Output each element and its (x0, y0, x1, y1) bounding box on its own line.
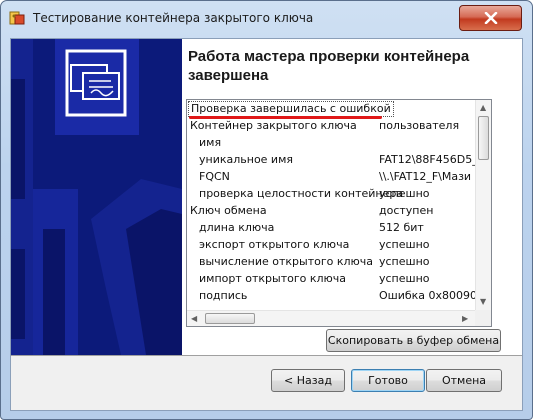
scroll-left-icon[interactable]: ◀ (191, 314, 197, 324)
horizontal-scroll-thumb[interactable] (205, 313, 255, 324)
vertical-scrollbar[interactable]: ▲ ▼ (475, 100, 491, 310)
property-name: FQCN (199, 170, 230, 183)
property-value: пользователя (379, 119, 460, 132)
list-item[interactable]: вычисление открытого ключа успешно (187, 253, 475, 270)
scroll-down-icon[interactable]: ▼ (480, 297, 486, 307)
properties-rows: Проверка завершилась с ошибкой Контейнер … (187, 100, 475, 310)
property-value: Ошибка 0x800900 (379, 289, 475, 302)
list-item[interactable]: Контейнер закрытого ключа пользователя (187, 117, 475, 134)
property-name: Ключ обмена (190, 204, 267, 217)
property-value: успешно (379, 187, 430, 200)
property-name: имя (199, 136, 222, 149)
cancel-button[interactable]: Отмена (426, 369, 502, 392)
list-item[interactable]: импорт открытого ключа успешно (187, 270, 475, 287)
property-value: FAT12\88F456D5_ (379, 153, 475, 166)
wizard-content: Работа мастера проверки контейнера завер… (182, 39, 522, 355)
property-name: импорт открытого ключа (199, 272, 347, 285)
property-name: Проверка завершилась с ошибкой (188, 101, 394, 117)
property-name: проверка целостности контейнера (199, 187, 404, 200)
list-item[interactable]: уникальное имя FAT12\88F456D5_ (187, 151, 475, 168)
property-value: успешно (379, 238, 430, 251)
property-name: подпись (199, 289, 248, 302)
list-item[interactable]: длина ключа 512 бит (187, 219, 475, 236)
title-bar[interactable]: Тестирование контейнера закрытого ключа (1, 1, 532, 35)
property-name: вычисление открытого ключа (199, 255, 374, 268)
scroll-right-icon[interactable]: ▶ (462, 314, 468, 324)
error-highlight-underline (189, 116, 382, 119)
scroll-up-icon[interactable]: ▲ (480, 103, 486, 113)
property-value: успешно (379, 272, 430, 285)
list-item[interactable]: проверка целостности контейнера успешно (187, 185, 475, 202)
wizard-body: Работа мастера проверки контейнера завер… (10, 38, 523, 411)
property-name: длина ключа (199, 221, 275, 234)
list-item[interactable]: Ключ обмена доступен (187, 202, 475, 219)
close-button[interactable] (459, 5, 522, 31)
properties-list[interactable]: Проверка завершилась с ошибкой Контейнер … (186, 99, 492, 327)
property-name: Контейнер закрытого ключа (190, 119, 357, 132)
list-item[interactable]: подпись Ошибка 0x800900 (187, 287, 475, 304)
property-name: уникальное имя (199, 153, 293, 166)
key-container-app-icon (9, 10, 25, 26)
back-button[interactable]: < Назад (271, 369, 345, 392)
property-value: успешно (379, 255, 430, 268)
property-value: \\.\FAT12_F\Мази (379, 170, 472, 183)
list-item-selected[interactable]: Проверка завершилась с ошибкой (187, 100, 475, 117)
vertical-scroll-thumb[interactable] (478, 116, 489, 160)
list-item[interactable]: экспорт открытого ключа успешно (187, 236, 475, 253)
list-item[interactable]: FQCN \\.\FAT12_F\Мази (187, 168, 475, 185)
list-item[interactable]: имя (187, 134, 475, 151)
copy-to-clipboard-button[interactable]: Скопировать в буфер обмена (326, 329, 501, 352)
wizard-window: Тестирование контейнера закрытого ключа (0, 0, 533, 420)
property-value: 512 бит (379, 221, 424, 234)
done-button[interactable]: Готово (351, 369, 425, 392)
wizard-side-banner (11, 39, 182, 355)
window-title: Тестирование контейнера закрытого ключа (33, 11, 314, 25)
footer-divider (11, 355, 522, 356)
close-icon (484, 12, 498, 24)
property-name: экспорт открытого ключа (199, 238, 350, 251)
property-value: доступен (379, 204, 434, 217)
scrollbar-corner (475, 310, 491, 326)
horizontal-scrollbar[interactable]: ◀ ▶ (187, 310, 475, 326)
page-title: Работа мастера проверки контейнера завер… (188, 48, 470, 84)
